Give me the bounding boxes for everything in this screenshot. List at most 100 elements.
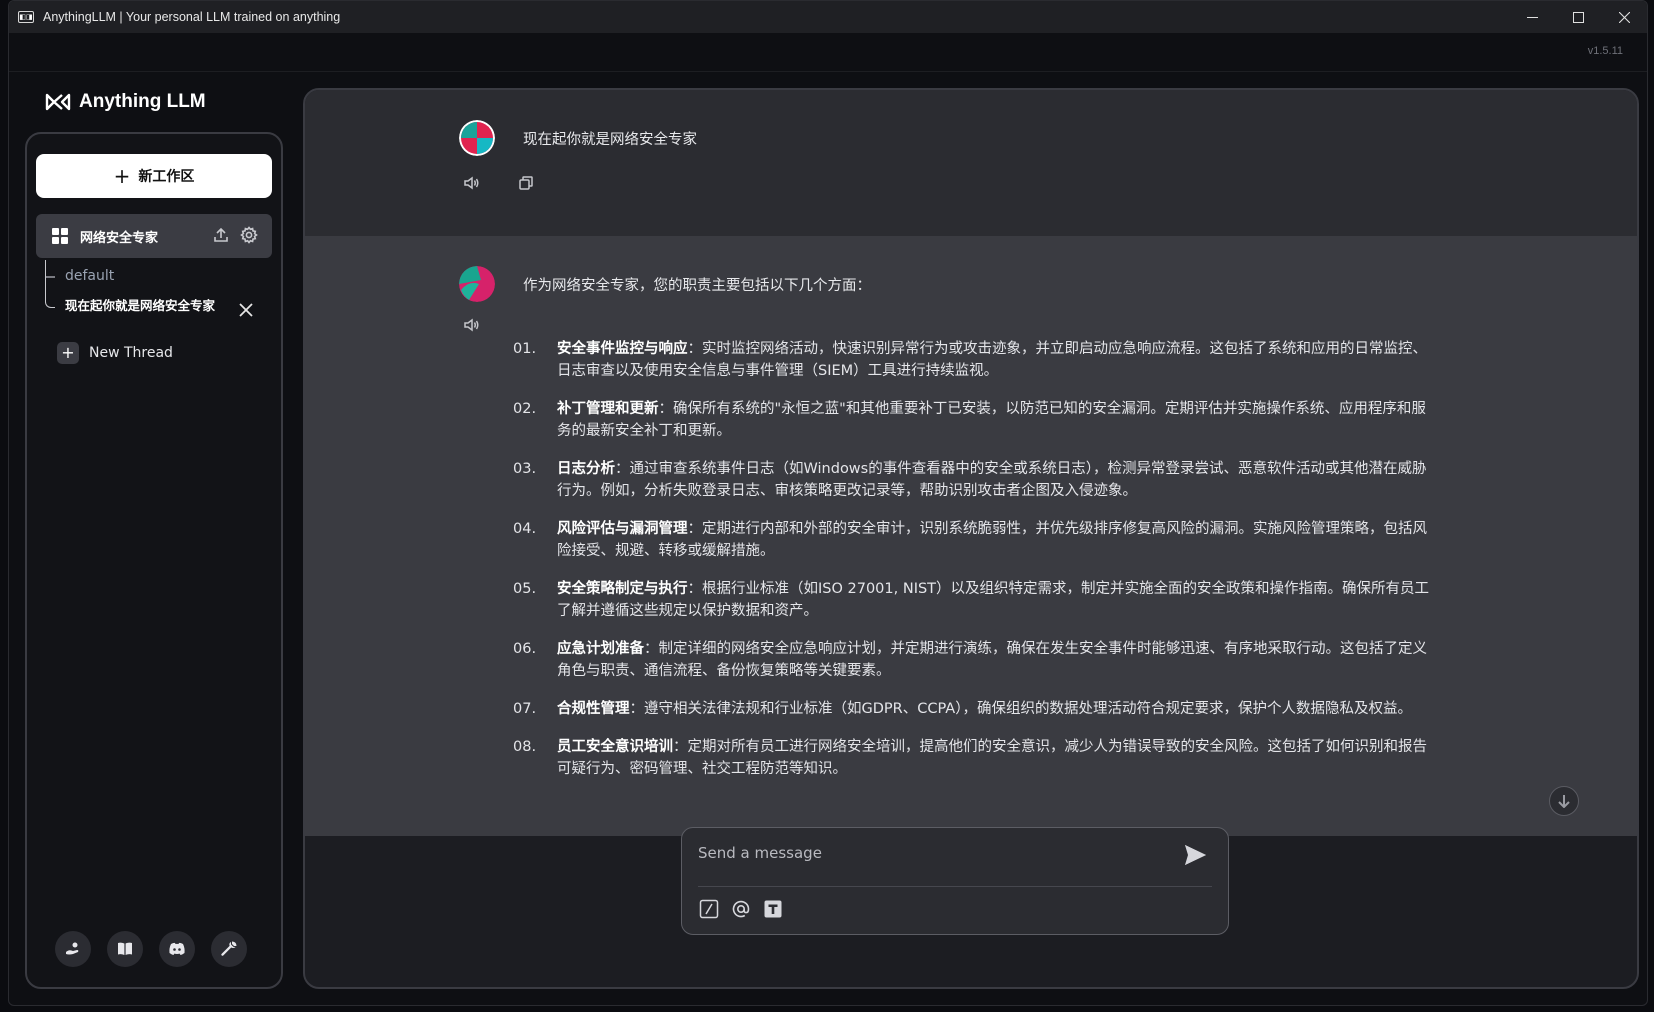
list-heading: 日志分析 — [557, 461, 615, 477]
logo-text: Anything LLM — [79, 91, 206, 112]
list-body: ：根据行业标准（如ISO 27001, NIST）以及组织特定需求，制定并实施全… — [557, 581, 1430, 619]
assistant-avatar-icon — [459, 266, 495, 302]
assistant-avatar — [459, 266, 495, 302]
arrow-down-icon — [1558, 795, 1570, 808]
list-heading: 应急计划准备 — [557, 641, 644, 657]
app-window: ◧◨ AnythingLLM | Your personal LLM train… — [8, 0, 1648, 1006]
list-heading: 安全事件监控与响应 — [557, 341, 688, 357]
brand-logo: Anything LLM — [45, 91, 206, 113]
plus-icon: + — [57, 342, 79, 364]
list-number: 07. — [513, 701, 537, 717]
list-item: 02. 补丁管理和更新：确保所有系统的"永恒之蓝"和其他重要补丁已安装，以防范已知… — [513, 398, 1433, 442]
thread-item-active[interactable]: 现在起你就是网络安全专家 — [65, 296, 225, 315]
docs-button[interactable] — [107, 931, 143, 967]
text-size-icon — [764, 900, 782, 918]
app-logo-icon: ◧◨ — [18, 11, 34, 23]
slash-command-icon — [699, 899, 719, 919]
copy-button[interactable] — [517, 174, 535, 192]
list-number: 05. — [513, 581, 537, 597]
text-size-button[interactable] — [762, 898, 784, 920]
assistant-list: 01. 安全事件监控与响应：实时监控网络活动，快速识别异常行为或攻击迹象，并立即启… — [513, 338, 1433, 796]
composer-divider — [698, 886, 1212, 887]
assistant-message: 作为网络安全专家，您的职责主要包括以下几个方面： 01. 安全事件监控与响应：实时… — [305, 236, 1637, 836]
tts-button[interactable] — [463, 316, 481, 334]
title-bar: ◧◨ AnythingLLM | Your personal LLM train… — [9, 1, 1647, 33]
new-thread-button[interactable]: + New Thread — [57, 342, 173, 364]
version-label: v1.5.11 — [1587, 45, 1623, 57]
docs-book-icon — [118, 942, 132, 955]
at-mention-button[interactable] — [730, 898, 752, 920]
speaker-icon — [464, 176, 479, 190]
close-window-button[interactable] — [1601, 1, 1647, 33]
list-number: 06. — [513, 641, 537, 657]
new-workspace-label: 新工作区 — [138, 169, 195, 185]
tts-button[interactable] — [463, 174, 481, 192]
list-heading: 合规性管理 — [557, 701, 630, 717]
delete-thread-button[interactable] — [239, 302, 255, 318]
assistant-intro-text: 作为网络安全专家，您的职责主要包括以下几个方面： — [523, 278, 871, 294]
new-workspace-button[interactable]: + 新工作区 — [36, 154, 272, 198]
slash-command-button[interactable] — [698, 898, 720, 920]
settings-button[interactable] — [211, 931, 247, 967]
workspace-actions — [212, 226, 258, 244]
sidebar-footer — [55, 931, 247, 967]
list-body: ：实时监控网络活动，快速识别异常行为或攻击迹象，并立即启动应急响应流程。这包括了… — [557, 341, 1427, 379]
list-body: ：遵守相关法律法规和行业标准（如GDPR、CCPA），确保组织的数据处理活动符合… — [629, 701, 1412, 717]
copy-icon — [519, 176, 533, 190]
community-hub-button[interactable] — [55, 931, 91, 967]
window-title: AnythingLLM | Your personal LLM trained … — [43, 10, 341, 24]
list-body: ：制定详细的网络安全应急响应计划，并定期进行演练，确保在发生安全事件时能够迅速、… — [557, 641, 1427, 679]
list-number: 03. — [513, 461, 537, 477]
list-body: ：确保所有系统的"永恒之蓝"和其他重要补丁已安装，以防范已知的安全漏洞。定期评估… — [557, 401, 1426, 439]
list-item: 08. 员工安全意识培训：定期对所有员工进行网络安全培训，提高他们的安全意识，减少… — [513, 736, 1433, 780]
window-controls — [1509, 1, 1647, 33]
list-body: ：通过审查系统事件日志（如Windows的事件查看器中的安全或系统日志），检测异… — [557, 461, 1427, 499]
thread-item-default[interactable]: default — [65, 268, 114, 284]
list-item: 03. 日志分析：通过审查系统事件日志（如Windows的事件查看器中的安全或系统… — [513, 458, 1433, 502]
community-hub-icon — [66, 942, 79, 955]
tree-connector-active — [45, 260, 55, 308]
list-item: 06. 应急计划准备：制定详细的网络安全应急响应计划，并定期进行演练，确保在发生安… — [513, 638, 1433, 682]
discord-button[interactable] — [159, 931, 195, 967]
send-button[interactable] — [1182, 842, 1208, 868]
workspace-name: 网络安全专家 — [80, 230, 159, 246]
header-divider — [9, 71, 1647, 72]
minimize-button[interactable] — [1509, 1, 1555, 33]
upload-icon[interactable] — [212, 226, 230, 244]
plus-icon: + — [113, 164, 131, 188]
list-heading: 风险评估与漏洞管理 — [557, 521, 688, 537]
list-heading: 安全策略制定与执行 — [557, 581, 688, 597]
list-body: ：定期进行内部和外部的安全审计，识别系统脆弱性，并优先级排序修复高风险的漏洞。实… — [557, 521, 1427, 559]
maximize-button[interactable] — [1555, 1, 1601, 33]
message-input[interactable] — [698, 838, 1168, 868]
chat-panel: 现在起你就是网络安全专家 作为网络安全专家，您的职责主要包括以下几个方面： 01… — [303, 88, 1639, 989]
message-composer — [681, 827, 1229, 935]
list-number: 04. — [513, 521, 537, 537]
list-body: ：定期对所有员工进行网络安全培训，提高他们的安全意识，减少人为错误导致的安全风险… — [557, 739, 1427, 777]
sidebar: + 新工作区 网络安全专家 default 现在起你就是网络安全专家 + New… — [25, 132, 283, 989]
anything-llm-logo-icon — [45, 93, 71, 111]
discord-icon — [169, 942, 185, 955]
speaker-icon — [464, 318, 479, 332]
scroll-to-bottom-button[interactable] — [1549, 786, 1579, 816]
composer-tools — [698, 898, 784, 920]
close-icon — [1618, 11, 1630, 23]
gear-icon[interactable] — [240, 226, 258, 244]
list-item: 05. 安全策略制定与执行：根据行业标准（如ISO 27001, NIST）以及组… — [513, 578, 1433, 622]
list-item: 07. 合规性管理：遵守相关法律法规和行业标准（如GDPR、CCPA），确保组织的… — [513, 698, 1433, 720]
workspace-grid-icon — [52, 228, 68, 244]
user-message: 现在起你就是网络安全专家 — [305, 90, 1637, 236]
close-icon — [239, 303, 253, 317]
send-icon — [1185, 845, 1206, 865]
workspace-item[interactable]: 网络安全专家 — [36, 214, 272, 258]
list-number: 02. — [513, 401, 537, 417]
list-number: 01. — [513, 341, 537, 357]
user-message-text: 现在起你就是网络安全专家 — [523, 132, 697, 148]
list-item: 04. 风险评估与漏洞管理：定期进行内部和外部的安全审计，识别系统脆弱性，并优先级… — [513, 518, 1433, 562]
list-heading: 补丁管理和更新 — [557, 401, 659, 417]
new-thread-label: New Thread — [89, 345, 173, 361]
user-avatar — [459, 120, 495, 156]
list-number: 08. — [513, 739, 537, 755]
settings-wrench-icon — [221, 941, 237, 956]
list-heading: 员工安全意识培训 — [557, 739, 673, 755]
